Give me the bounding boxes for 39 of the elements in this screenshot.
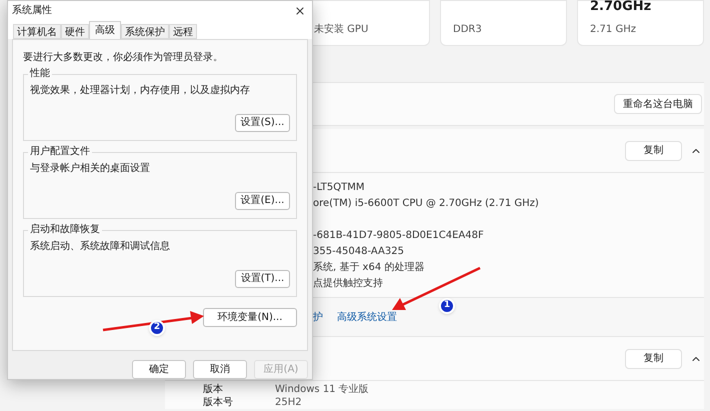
related-link[interactable]: 高级系统设置 bbox=[337, 310, 397, 324]
spec-label: 版本号 bbox=[203, 396, 234, 408]
card-detail: 未安装 GPU bbox=[314, 22, 370, 37]
settings-button[interactable]: 设置(E)... bbox=[235, 192, 290, 210]
spec-value: 355-45048-AA325 bbox=[313, 244, 404, 258]
rename-button[interactable]: 重命名这台电脑 bbox=[614, 94, 702, 114]
group-description: 与登录帐户相关的桌面设置 bbox=[30, 162, 151, 176]
settings-button[interactable]: 设置(S)... bbox=[235, 114, 290, 132]
dialog-button[interactable]: 确定 bbox=[132, 360, 186, 379]
copy-button[interactable]: 复制 bbox=[625, 140, 682, 160]
spec-value: -681B-41D7-9805-8D0E1C4EA48F bbox=[313, 228, 484, 242]
tab[interactable]: 系统保护 bbox=[121, 24, 169, 39]
card-value: 2.70GHz bbox=[590, 0, 652, 16]
environment-variables-button[interactable]: 环境变量(N)... bbox=[203, 308, 297, 327]
tab[interactable]: 硬件 bbox=[61, 24, 89, 39]
tab[interactable]: 计算机名 bbox=[13, 24, 61, 39]
group-description: 系统启动、系统故障和调试信息 bbox=[30, 240, 171, 254]
window-title: 系统属性 bbox=[12, 4, 52, 18]
notice-text: 要进行大多数更改，你必须作为管理员登录。 bbox=[23, 50, 224, 65]
spec-value: 25H2 bbox=[275, 396, 302, 408]
card-detail: 2.71 GHz bbox=[590, 23, 637, 37]
tab[interactable]: 高级 bbox=[89, 20, 121, 39]
group-description: 视觉效果，处理器计划，内存使用，以及虚拟内存 bbox=[30, 84, 251, 98]
copy-button[interactable]: 复制 bbox=[625, 348, 682, 368]
spec-label: 版本 bbox=[203, 384, 224, 396]
spec-value: 点提供触控支持 bbox=[313, 276, 383, 290]
dialog-button[interactable]: 取消 bbox=[193, 360, 247, 379]
group-title: 启动和故障恢复 bbox=[28, 224, 102, 236]
spec-value: Windows 11 专业版 bbox=[275, 384, 369, 396]
tab[interactable]: 远程 bbox=[169, 24, 197, 39]
group-title: 性能 bbox=[28, 68, 52, 80]
spec-value: ore(TM) i5-6600T CPU @ 2.70GHz (2.71 GHz) bbox=[313, 196, 539, 210]
spec-value: -LT5QTMM bbox=[313, 180, 365, 194]
related-link[interactable]: 护 bbox=[313, 310, 323, 324]
settings-button[interactable]: 设置(T)... bbox=[235, 270, 290, 288]
group-title: 用户配置文件 bbox=[28, 146, 92, 158]
spec-value: 系统, 基于 x64 的处理器 bbox=[313, 260, 424, 274]
close-icon[interactable] bbox=[294, 4, 306, 17]
card-detail: DDR3 bbox=[453, 23, 483, 37]
